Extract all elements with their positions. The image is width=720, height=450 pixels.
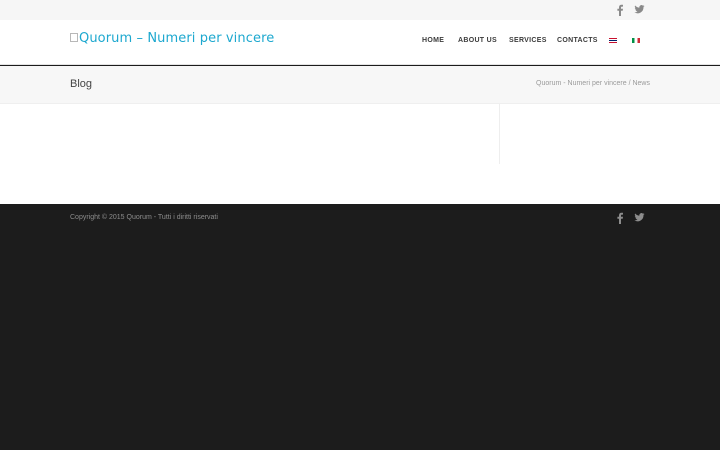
nav-services[interactable]: SERVICES <box>509 37 547 49</box>
site-header: Quorum – Numeri per vincere HOME ABOUT U… <box>0 20 720 65</box>
twitter-icon[interactable] <box>634 212 645 224</box>
top-bar <box>0 0 720 20</box>
twitter-icon[interactable] <box>634 4 645 16</box>
copyright-text: Copyright © 2015 Quorum - Tutti i diritt… <box>70 214 218 221</box>
nav-contacts[interactable]: CONTACTS <box>557 37 598 49</box>
facebook-icon[interactable] <box>616 4 624 16</box>
flag-uk-icon[interactable] <box>609 38 617 43</box>
nav-about-us[interactable]: ABOUT US <box>458 37 497 49</box>
page-title-bar: Blog Quorum - Numeri per vincere / News <box>0 66 720 104</box>
flag-italy-icon[interactable] <box>632 38 640 43</box>
broken-image-icon <box>70 33 78 42</box>
main-content <box>0 104 720 204</box>
breadcrumb[interactable]: Quorum - Numeri per vincere / News <box>536 80 650 87</box>
site-logo[interactable]: Quorum – Numeri per vincere <box>70 31 274 46</box>
nav-home[interactable]: HOME <box>422 37 444 49</box>
facebook-icon[interactable] <box>616 212 624 224</box>
page-title: Blog <box>70 78 93 90</box>
logo-alt-text: Quorum – Numeri per vincere <box>79 31 275 46</box>
sidebar-divider <box>499 104 500 164</box>
site-footer: Copyright © 2015 Quorum - Tutti i diritt… <box>0 204 720 450</box>
